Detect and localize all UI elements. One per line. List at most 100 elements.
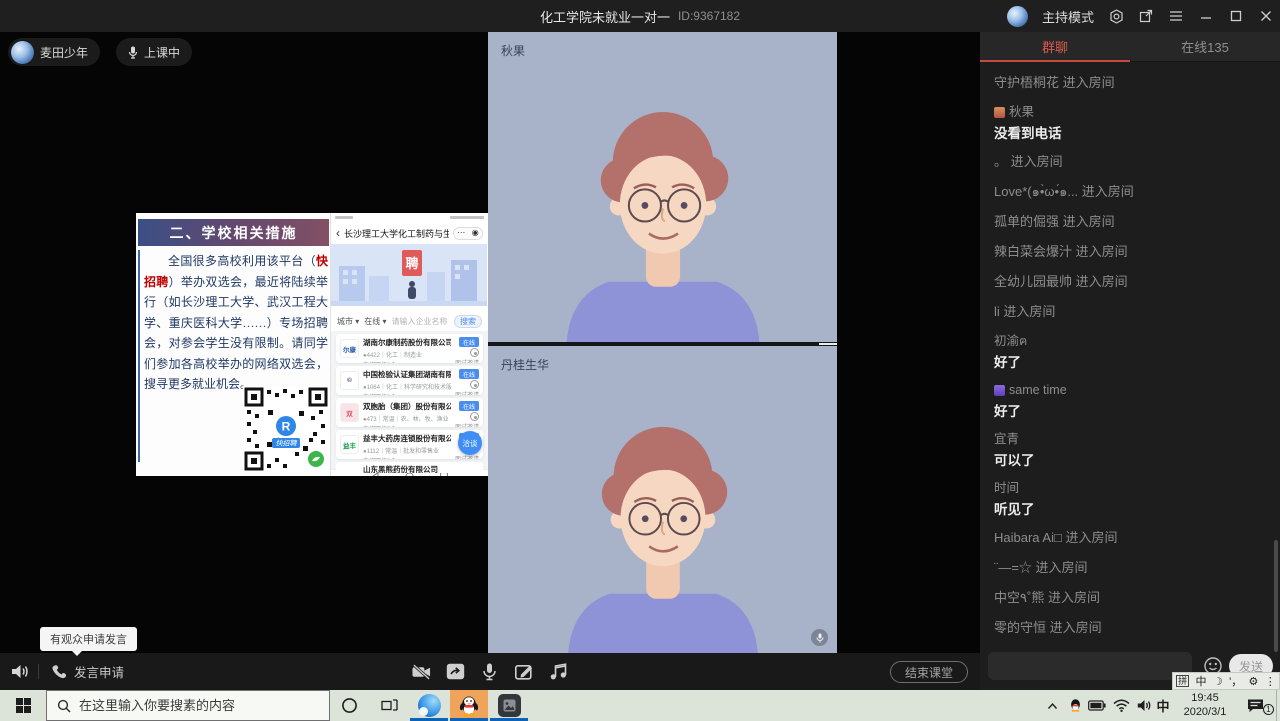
call-icon (470, 380, 479, 389)
message-text: 好了 (994, 354, 1266, 371)
tab-online-members[interactable]: 在线135 (1130, 32, 1280, 61)
speaker-icon[interactable] (10, 662, 30, 681)
close-circle-icon: ◉ (472, 229, 479, 237)
tray-ime-indicator[interactable]: 中 (1154, 690, 1172, 721)
tray-battery-icon[interactable] (1086, 690, 1108, 721)
city-filter: 城市 ▾ (337, 316, 359, 327)
ime-moon-icon[interactable]: ☽ (1213, 675, 1223, 688)
online-badge: 在线 (459, 369, 479, 379)
ime-more-icon[interactable]: ⋮ (1265, 675, 1276, 688)
tray-expand-chevron[interactable] (1042, 690, 1062, 721)
join-notice: 全幼儿园最帅 进入房间 (994, 274, 1266, 290)
chat-input[interactable] (988, 652, 1192, 680)
taskbar-app-classroom[interactable] (490, 690, 528, 721)
video-tile-qiuguo[interactable]: 秋果 (488, 32, 837, 342)
speech-request-button[interactable]: 发言申请 (52, 653, 124, 690)
show-desktop-button[interactable] (1276, 690, 1280, 721)
join-notice: 守护梧桐花 进入房间 (994, 75, 1266, 91)
tray-wifi-icon[interactable] (1110, 690, 1132, 721)
action-center-button[interactable]: 1 (1240, 690, 1270, 721)
host-mode-label: 主持模式 (1042, 7, 1094, 26)
tab-group-chat[interactable]: 群聊 (980, 32, 1130, 61)
host-avatar (1007, 6, 1028, 27)
tray-clock[interactable]: 19:452020/3/1 (1174, 690, 1236, 721)
settings-icon[interactable] (1108, 8, 1124, 24)
popout-icon[interactable] (1138, 8, 1154, 24)
browser-icon (418, 694, 441, 717)
start-button[interactable] (0, 690, 46, 721)
ime-lang[interactable]: 中 (1196, 673, 1207, 689)
action-center-icon (1247, 698, 1264, 713)
chat-sidebar: 群聊 在线135 守护梧桐花 进入房间 秋果 没看到电话 。 进入房间 Love… (980, 32, 1280, 690)
tray-volume-icon[interactable] (1134, 690, 1154, 721)
end-class-button[interactable]: 结束课堂 (890, 661, 968, 683)
company-search-placeholder: 请输入企业名称 (392, 316, 450, 327)
cortana-icon (341, 697, 358, 714)
company-card: © 中国检验认证集团湖南有限... ●1064｜化工｜科学研究和技术服... 在… (336, 366, 483, 395)
join-notice: Love*(๑•̀ω•́๑... 进入房间 (994, 184, 1266, 200)
ime-punct[interactable]: '， (1229, 673, 1242, 689)
svg-text:聘: 聘 (405, 256, 418, 271)
speech-request-tooltip: 有观众申请发言 (40, 627, 137, 651)
qr-code: R 快招聘 (243, 386, 329, 472)
message-text: 听见了 (994, 501, 1266, 518)
mic-icon[interactable] (480, 662, 499, 681)
ime-pinyin[interactable]: 拼 (1176, 675, 1189, 687)
phone-status-bar (331, 213, 488, 222)
message-text: 没看到电话 (994, 125, 1266, 142)
slide-heading: 二、学校相关措施 (170, 223, 298, 243)
toolbar-divider (38, 664, 39, 679)
message-text: 好了 (994, 403, 1266, 420)
title-bar: 化工学院未就业一对一 ID:9367182 主持模式 (0, 0, 1280, 32)
chat-message: 秋果 没看到电话 (994, 105, 1266, 142)
maximize-button[interactable] (1228, 8, 1244, 24)
camera-off-icon[interactable] (412, 662, 431, 681)
class-status-label: 上课中 (144, 44, 180, 61)
menu-icon[interactable] (1168, 8, 1184, 24)
minimize-button[interactable] (1198, 8, 1214, 24)
search-icon (57, 699, 71, 713)
recruitment-banner: 聘 (331, 244, 487, 306)
taskbar-app-qq[interactable] (450, 690, 488, 721)
music-icon[interactable] (548, 662, 567, 681)
join-notice: li 进入房间 (994, 304, 1266, 320)
mic-indicator (811, 629, 828, 646)
sender-name: 时间 (994, 481, 1019, 496)
windows-logo-icon (16, 698, 31, 713)
join-notice: 零的守恒 进入房间 (994, 620, 1266, 636)
svg-text:R: R (282, 420, 291, 434)
company-card-partial: 山东黑熊药份有限公司 (336, 462, 483, 473)
ime-gear-icon[interactable]: ⚙ (1249, 675, 1259, 688)
taskbar-app-browser[interactable] (410, 690, 448, 721)
company-card: 双 双胞胎（集团）股份有限公司 ●473｜常温｜农、林、牧、渔业 在招职位5个 … (336, 398, 483, 427)
message-text: 可以了 (994, 452, 1266, 469)
cortana-button[interactable] (330, 690, 368, 721)
search-input[interactable] (79, 698, 309, 713)
join-notice: 中空٩˚熊 进入房间 (994, 590, 1266, 606)
shared-slide: 二、学校相关措施 全国很多高校利用该平台（快招聘）举办双选会，最近将陆续举行（如… (136, 213, 488, 476)
sidebar-tabs: 群聊 在线135 (980, 32, 1280, 62)
speech-request-label: 发言申请 (74, 662, 124, 681)
slide-heading-banner: 二、学校相关措施 (138, 219, 329, 246)
close-button[interactable] (1258, 8, 1274, 24)
miniprogram-capsule: ⋯◉ (453, 227, 483, 240)
taskbar-search[interactable] (46, 690, 330, 721)
tray-qq-icon[interactable] (1066, 690, 1084, 721)
join-notice: ¨—=☆ 进入房间 (994, 560, 1266, 576)
screen-share-icon[interactable] (446, 662, 465, 681)
room-id: ID:9367182 (678, 9, 740, 23)
sender-name: 秋果 (1009, 105, 1034, 120)
chat-message: 时间 听见了 (994, 481, 1266, 518)
participant-avatar-illustration (550, 106, 776, 342)
video-tile-danguishenghua[interactable]: 丹桂生华 (488, 346, 837, 653)
join-notice: 孤单的倔强 进入房间 (994, 214, 1266, 230)
chat-scrollbar[interactable] (1274, 540, 1278, 652)
company-card: 尔康 湖南尔康制药股份有限公司 ●4422｜化工｜制造业 在招职位6个 在线面试… (336, 334, 483, 363)
company-logo: 尔康 (340, 339, 359, 358)
task-view-button[interactable] (370, 690, 408, 721)
presenter-pill: 麦田少年 (8, 38, 100, 66)
negotiate-button: 洽谈 (458, 431, 482, 455)
slide-left-rule (138, 250, 140, 462)
ime-toolbar[interactable]: 拼 中 ☽ '， ⚙ ⋮ (1172, 672, 1280, 690)
whiteboard-edit-icon[interactable] (514, 662, 533, 681)
